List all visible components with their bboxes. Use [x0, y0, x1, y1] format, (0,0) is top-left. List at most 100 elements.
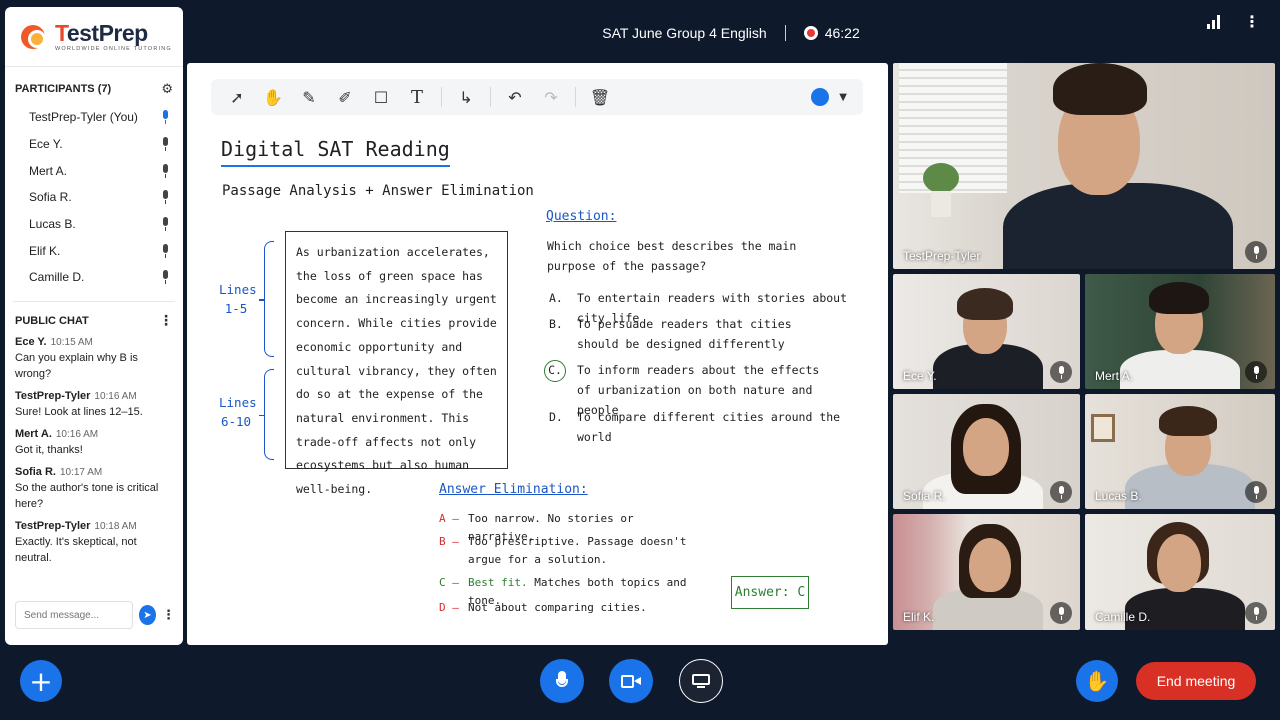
- end-meeting-button[interactable]: End meeting: [1136, 662, 1256, 700]
- person-hair: [1053, 63, 1147, 115]
- mic-icon: [1245, 481, 1267, 503]
- chat-message: TestPrep-Tyler 10:16 AM Sure! Look at lin…: [15, 389, 143, 418]
- video-name-label: Elif K.: [903, 610, 935, 624]
- toolbar-divider: [441, 87, 442, 107]
- hand-tool-icon[interactable]: ✋: [255, 82, 291, 112]
- chat-message: Sofia R. 10:17 AM So the author's tone is…: [15, 465, 159, 510]
- mic-icon: [161, 270, 169, 285]
- video-tile-host[interactable]: TestPrep-Tyler: [893, 63, 1275, 269]
- person-hair: [957, 288, 1013, 320]
- mic-icon: [1050, 481, 1072, 503]
- chat-input-row: ➤ ⋮: [15, 601, 175, 629]
- chat-message-input[interactable]: [15, 601, 133, 629]
- toolbar-divider: [575, 87, 576, 107]
- redo-icon[interactable]: ↷: [533, 82, 569, 112]
- divider: [13, 300, 175, 302]
- chevron-down-icon[interactable]: ▼: [839, 92, 847, 103]
- video-name-label: Mert A.: [1095, 369, 1134, 383]
- gear-icon[interactable]: ⚙: [161, 81, 173, 97]
- board-subtitle: Passage Analysis + Answer Elimination: [222, 183, 534, 199]
- mic-icon: [1245, 241, 1267, 263]
- participant-item[interactable]: Elif K.: [5, 237, 183, 264]
- add-icon[interactable]: +: [20, 660, 62, 702]
- mic-icon: [161, 110, 169, 125]
- brand-name: TestPrep: [55, 19, 148, 46]
- header-divider: [784, 25, 786, 41]
- video-name-label: Camille D.: [1095, 610, 1151, 624]
- chat-message: Ece Y. 10:15 AM Can you explain why B is …: [15, 335, 138, 380]
- chat-messages: Ece Y. 10:15 AM Can you explain why B is …: [5, 336, 183, 566]
- mic-icon: [1245, 361, 1267, 383]
- mic-icon: [161, 163, 169, 178]
- camera-button[interactable]: [609, 659, 653, 703]
- lines-label-a: Lines 1-5: [219, 282, 257, 316]
- header-actions: ⋮: [1207, 12, 1260, 32]
- person-torso: [1120, 350, 1240, 389]
- brace-lines-1-5: [259, 241, 274, 357]
- elimination-b: B – Too prescriptive. Passage doesn't arg…: [439, 535, 687, 566]
- connector-tool-icon[interactable]: ↳: [448, 82, 484, 112]
- shape-tool-icon[interactable]: ☐: [363, 82, 399, 112]
- participant-item[interactable]: TestPrep-Tyler (You): [5, 104, 183, 131]
- video-tile-sofia[interactable]: Sofia R.: [893, 394, 1080, 509]
- camera-icon: [621, 674, 641, 688]
- person-torso: [1003, 183, 1233, 269]
- person-head: [963, 418, 1009, 476]
- highlighter-tool-icon[interactable]: ✐: [327, 82, 363, 112]
- video-tile-elif[interactable]: Elif K.: [893, 514, 1080, 630]
- mic-icon: [161, 137, 169, 152]
- circled-answer-mark: C.: [544, 360, 566, 382]
- video-tile-lucas[interactable]: Lucas B.: [1085, 394, 1275, 509]
- chat-more-icon[interactable]: ⋮: [162, 607, 175, 623]
- lines-label-b: Lines 6-10: [219, 395, 257, 429]
- pen-tool-icon[interactable]: ✎: [291, 82, 327, 112]
- mic-icon: [1245, 602, 1267, 624]
- person-hair: [1159, 406, 1217, 436]
- chat-message: Mert A. 10:16 AM Got it, thanks!: [15, 427, 99, 456]
- screen-share-button[interactable]: [679, 659, 723, 703]
- passage-box: As urbanization accelerates, the loss of…: [285, 231, 508, 496]
- pen-color-swatch[interactable]: [811, 88, 830, 106]
- microphone-icon: [555, 671, 569, 691]
- screen-share-icon: [692, 673, 710, 689]
- participant-item[interactable]: Camille D.: [5, 264, 183, 291]
- more-vert-icon[interactable]: ⋮: [159, 312, 173, 329]
- video-tile-mert[interactable]: Mert A.: [1085, 274, 1275, 389]
- person-head: [1157, 534, 1201, 592]
- toolbar-divider: [490, 87, 491, 107]
- video-tile-camille[interactable]: Camille D.: [1085, 514, 1275, 630]
- send-icon[interactable]: ➤: [139, 605, 156, 625]
- undo-icon[interactable]: ↶: [497, 82, 533, 112]
- brace-lines-6-10: [259, 369, 274, 460]
- person-hair: [1149, 282, 1209, 314]
- microphone-button[interactable]: [540, 659, 584, 703]
- brand-logo: TestPrep WORLDWIDE ONLINE TUTORING: [5, 7, 183, 67]
- board-title: Digital SAT Reading: [221, 137, 450, 167]
- text-tool-icon[interactable]: T: [399, 82, 435, 112]
- chat-header: PUBLIC CHAT ⋮: [15, 312, 173, 329]
- more-options-icon[interactable]: ⋮: [1244, 12, 1260, 32]
- meeting-title: SAT June Group 4 English: [602, 25, 767, 41]
- delete-icon[interactable]: 🗑: [582, 82, 618, 112]
- person-head: [969, 538, 1011, 592]
- whiteboard-toolbar: ➚ ✋ ✎ ✐ ☐ T ↳ ↶ ↷ 🗑 ▼: [211, 79, 863, 115]
- answer-option-b: B. To persuade readers that cities should…: [549, 317, 792, 351]
- participant-item[interactable]: Ece Y.: [5, 131, 183, 158]
- elimination-d: D – Not about comparing cities.: [439, 601, 647, 614]
- participant-item[interactable]: Lucas B.: [5, 211, 183, 238]
- elimination-label: Answer Elimination:: [439, 482, 588, 497]
- select-tool-icon[interactable]: ➚: [219, 82, 255, 112]
- participants-list: TestPrep-Tyler (You) Ece Y. Mert A. Sofi…: [5, 104, 183, 291]
- mic-icon: [161, 190, 169, 205]
- raise-hand-icon[interactable]: ✋: [1076, 660, 1118, 702]
- mic-icon: [1050, 361, 1072, 383]
- participant-item[interactable]: Sofia R.: [5, 184, 183, 211]
- whiteboard[interactable]: ➚ ✋ ✎ ✐ ☐ T ↳ ↶ ↷ 🗑 ▼ Digital SAT Readin…: [187, 63, 888, 645]
- meeting-timer: 46:22: [824, 25, 860, 41]
- connection-signal-icon[interactable]: [1207, 15, 1220, 29]
- record-icon: [803, 26, 818, 40]
- brand-tagline: WORLDWIDE ONLINE TUTORING: [55, 45, 172, 52]
- participant-item[interactable]: Mert A.: [5, 157, 183, 184]
- video-tile-ece[interactable]: Ece Y.: [893, 274, 1080, 389]
- video-name-label: Sofia R.: [903, 489, 946, 503]
